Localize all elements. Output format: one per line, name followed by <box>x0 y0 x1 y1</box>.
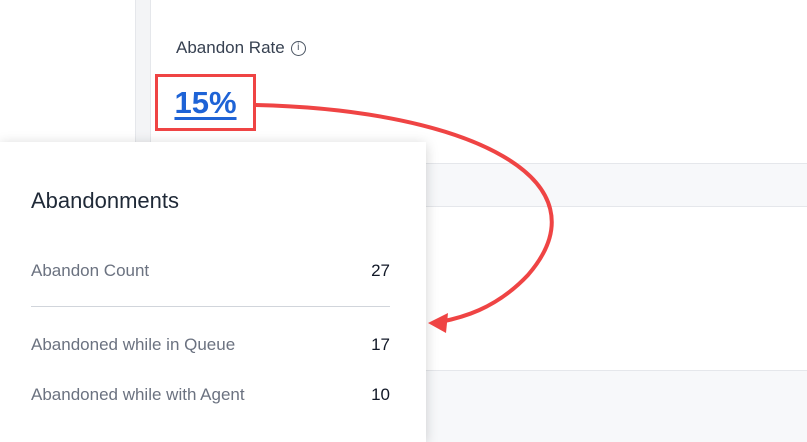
info-icon[interactable]: i <box>290 40 306 56</box>
table-footer-strip <box>426 370 807 442</box>
list-item-abandoned-in-queue: Abandoned while in Queue 17 <box>31 335 390 355</box>
row-value: 10 <box>371 385 390 404</box>
abandon-rate-link[interactable]: 15% <box>174 85 236 121</box>
list-item-abandoned-with-agent: Abandoned while with Agent 10 <box>31 385 390 405</box>
screen: Abandon Rate i 15% Abandonments Abandon … <box>0 0 807 442</box>
row-value: 27 <box>371 261 390 280</box>
metric-title-label: Abandon Rate <box>176 38 285 57</box>
list-item-abandon-count: Abandon Count 27 <box>31 261 390 281</box>
row-label: Abandoned while with Agent <box>31 385 245 404</box>
abandonments-popup: Abandonments Abandon Count 27 Abandoned … <box>0 142 426 442</box>
table-header-strip <box>426 163 807 207</box>
metric-title: Abandon Rate i <box>176 38 306 58</box>
metric-value-highlight: 15% <box>155 74 256 131</box>
row-label: Abandoned while in Queue <box>31 335 236 354</box>
row-label: Abandon Count <box>31 261 150 280</box>
divider <box>31 306 390 307</box>
row-value: 17 <box>371 335 390 354</box>
popup-title: Abandonments <box>31 188 179 213</box>
